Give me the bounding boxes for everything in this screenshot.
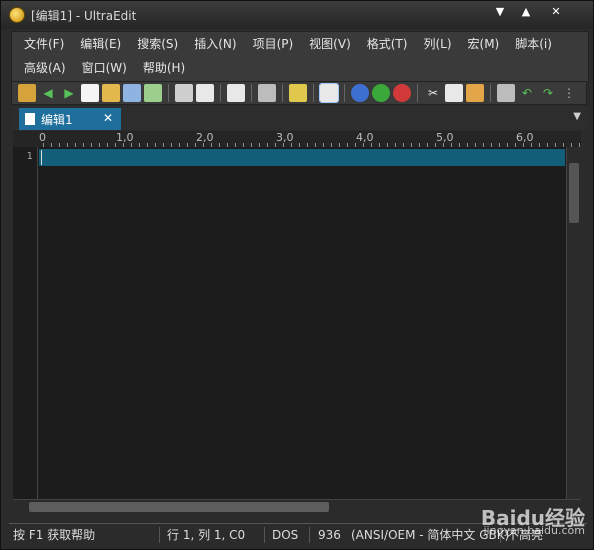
- status-encoding-code: 936: [318, 528, 341, 542]
- new-project-icon[interactable]: [18, 84, 36, 102]
- editor-area[interactable]: 1: [13, 147, 581, 499]
- word-wrap-icon[interactable]: [227, 84, 245, 102]
- column-mode-icon[interactable]: [289, 84, 307, 102]
- open-folder-icon[interactable]: [102, 84, 120, 102]
- menu-bar: 文件(F) 编辑(E) 搜索(S) 插入(N) 项目(P) 视图(V) 格式(T…: [11, 31, 589, 83]
- find-icon[interactable]: [497, 84, 515, 102]
- forward-icon[interactable]: ▶: [60, 84, 78, 102]
- cut-icon[interactable]: ✂: [424, 84, 442, 102]
- toolbar-separator: [251, 84, 252, 102]
- toolbar-separator: [344, 84, 345, 102]
- menu-row-1: 文件(F) 编辑(E) 搜索(S) 插入(N) 项目(P) 视图(V) 格式(T…: [16, 32, 560, 56]
- copy-icon[interactable]: [445, 84, 463, 102]
- undo-icon[interactable]: ↶: [518, 84, 536, 102]
- document-tabstrip: 编辑1 ✕ ▼: [11, 106, 587, 130]
- new-file-icon[interactable]: [81, 84, 99, 102]
- menu-file[interactable]: 文件(F): [16, 32, 72, 56]
- hex-mode-icon[interactable]: [258, 84, 276, 102]
- save-icon[interactable]: [123, 84, 141, 102]
- tab-label: 编辑1: [41, 112, 73, 127]
- baidu-watermark: Baidu经验 jingyan.baidu.com: [481, 502, 585, 537]
- text-caret: [41, 150, 42, 165]
- menu-row-2: 高级(A) 窗口(W) 帮助(H): [16, 56, 193, 80]
- line-number-gutter: 1: [13, 147, 38, 499]
- menu-edit[interactable]: 编辑(E): [72, 32, 129, 56]
- menu-advanced[interactable]: 高级(A): [16, 56, 74, 80]
- status-position: 行 1, 列 1, C0: [167, 528, 246, 542]
- menu-window[interactable]: 窗口(W): [74, 56, 135, 80]
- dropdown-icon[interactable]: ▼: [489, 4, 511, 20]
- toolbar-separator: [282, 84, 283, 102]
- app-window: [编辑1] - UltraEdit ▼ ▲ ✕ 文件(F) 编辑(E) 搜索(S…: [0, 0, 594, 550]
- ruler: 0 1,0 2,0 3,0 4,0 5,0 6,0: [13, 131, 581, 147]
- status-separator: [159, 527, 160, 543]
- menu-view[interactable]: 视图(V): [301, 32, 359, 56]
- save-all-icon[interactable]: [144, 84, 162, 102]
- maximize-icon[interactable]: ▲: [515, 4, 537, 20]
- print-preview-icon[interactable]: [196, 84, 214, 102]
- toolbar-separator: [220, 84, 221, 102]
- toolbar-overflow-icon[interactable]: ⋮: [560, 84, 578, 102]
- line-number: 1: [26, 151, 33, 162]
- current-line-highlight: [39, 149, 565, 166]
- menu-script[interactable]: 脚本(i): [507, 32, 560, 56]
- menu-help[interactable]: 帮助(H): [135, 56, 193, 80]
- menu-column[interactable]: 列(L): [415, 32, 459, 56]
- ultraedit-app-icon: [9, 7, 25, 23]
- toolbar-separator: [417, 84, 418, 102]
- stop-icon[interactable]: [393, 84, 411, 102]
- vertical-scrollbar[interactable]: [566, 147, 581, 499]
- tab-document[interactable]: 编辑1 ✕: [19, 108, 121, 130]
- menu-format[interactable]: 格式(T): [359, 32, 416, 56]
- toolbar-separator: [313, 84, 314, 102]
- vertical-scroll-thumb[interactable]: [569, 163, 579, 223]
- close-icon[interactable]: ✕: [545, 4, 567, 20]
- document-icon: [25, 113, 35, 125]
- print-icon[interactable]: [175, 84, 193, 102]
- horizontal-scroll-thumb[interactable]: [29, 502, 329, 512]
- menu-project[interactable]: 项目(P): [245, 32, 302, 56]
- window-title: [编辑1] - UltraEdit: [31, 9, 137, 23]
- toolbar-separator: [168, 84, 169, 102]
- run-icon[interactable]: [372, 84, 390, 102]
- status-separator: [309, 527, 310, 543]
- menu-search[interactable]: 搜索(S): [129, 32, 186, 56]
- watermark-url: jingyan.baidu.com: [483, 524, 585, 537]
- tab-list-dropdown-icon[interactable]: ▼: [573, 111, 581, 122]
- paste-icon[interactable]: [466, 84, 484, 102]
- status-format: DOS: [272, 528, 299, 542]
- toolbar-separator: [490, 84, 491, 102]
- status-separator: [264, 527, 265, 543]
- back-icon[interactable]: ◀: [39, 84, 57, 102]
- menu-insert[interactable]: 插入(N): [186, 32, 244, 56]
- list-view-icon[interactable]: [319, 83, 339, 103]
- menu-macro[interactable]: 宏(M): [460, 32, 508, 56]
- title-bar: [编辑1] - UltraEdit ▼ ▲ ✕: [1, 1, 593, 29]
- redo-icon[interactable]: ↷: [539, 84, 557, 102]
- status-help: 按 F1 获取帮助: [13, 528, 96, 542]
- close-tab-icon[interactable]: ✕: [103, 111, 113, 125]
- compile-icon[interactable]: [351, 84, 369, 102]
- toolbar: ◀ ▶ ✂ ↶ ↷ ⋮: [11, 81, 587, 105]
